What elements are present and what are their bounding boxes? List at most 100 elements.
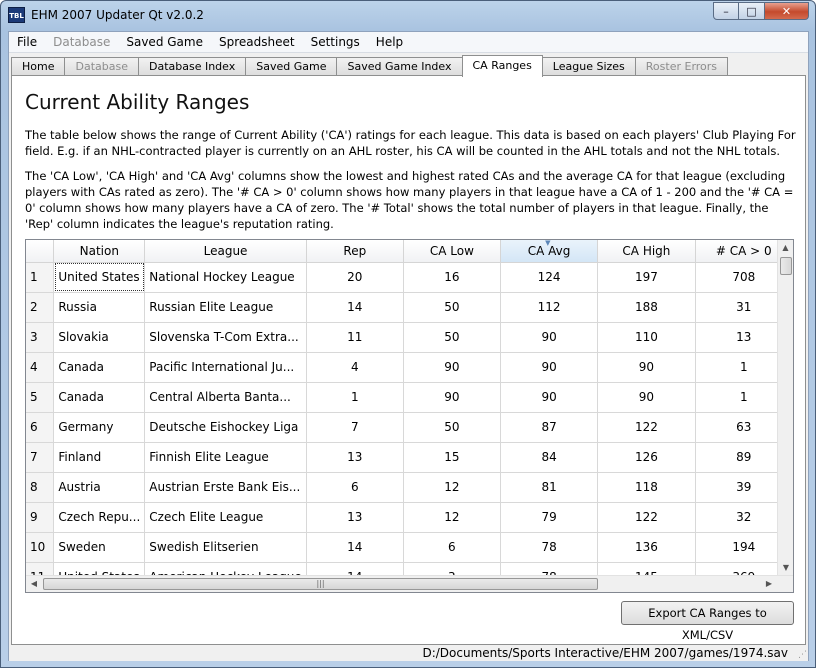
table-row[interactable]: 10 Sweden Swedish Elitserien 14 6 78 136 194 xyxy=(26,532,793,563)
table-row[interactable]: 3 Slovakia Slovenska T-Com Extra... 11 50 90 1… xyxy=(26,322,793,353)
nation-cell[interactable]: Germany xyxy=(53,412,146,443)
row-number-cell[interactable]: 7 xyxy=(26,442,55,473)
ca-high-cell[interactable]: 118 xyxy=(597,472,696,503)
row-number-cell[interactable]: 3 xyxy=(26,322,55,353)
league-cell[interactable]: Austrian Erste Bank Eis... xyxy=(144,472,307,503)
ca-avg-cell[interactable]: 87 xyxy=(500,412,599,443)
scroll-up-icon[interactable]: ▲ xyxy=(778,240,793,256)
row-number-cell[interactable]: 1 xyxy=(26,262,55,293)
table-row[interactable]: 9 Czech Repu... Czech Elite League 13 12 79 12… xyxy=(26,502,793,533)
league-cell[interactable]: Russian Elite League xyxy=(144,292,307,323)
minimize-button[interactable]: – xyxy=(713,2,739,20)
scroll-right-icon[interactable]: ▶ xyxy=(761,576,777,592)
rep-cell[interactable]: 6 xyxy=(306,472,404,503)
maximize-button[interactable]: □ xyxy=(739,2,765,20)
menu-help[interactable]: Help xyxy=(368,32,411,52)
resize-grip-icon[interactable]: ⋰ xyxy=(798,650,807,660)
ca-high-cell[interactable]: 188 xyxy=(597,292,696,323)
ca-low-cell[interactable]: 12 xyxy=(403,472,501,503)
ca-avg-cell[interactable]: 124 xyxy=(500,262,599,293)
scroll-left-icon[interactable]: ◀ xyxy=(26,576,42,592)
ca-high-cell[interactable]: 90 xyxy=(597,382,696,413)
corner-header[interactable] xyxy=(26,240,55,263)
scroll-down-icon[interactable]: ▼ xyxy=(778,560,793,576)
table-row[interactable]: 8 Austria Austrian Erste Bank Eis... 6 12 81 1… xyxy=(26,472,793,503)
ca-low-cell[interactable]: 50 xyxy=(403,412,501,443)
rep-cell[interactable]: 4 xyxy=(306,352,404,383)
menu-settings[interactable]: Settings xyxy=(303,32,368,52)
ca-avg-cell[interactable]: 90 xyxy=(500,352,599,383)
col-header-ca-avg[interactable]: ▼ CA Avg xyxy=(500,240,599,263)
rep-cell[interactable]: 13 xyxy=(306,502,404,533)
nation-cell[interactable]: Slovakia xyxy=(53,322,146,353)
league-cell[interactable]: Swedish Elitserien xyxy=(144,532,307,563)
tab-saved-game-index[interactable]: Saved Game Index xyxy=(336,57,463,76)
nation-cell[interactable]: Canada xyxy=(53,382,146,413)
export-ca-ranges-button[interactable]: Export CA Ranges to XML/CSV xyxy=(621,601,794,642)
league-cell[interactable]: Deutsche Eishockey Liga xyxy=(144,412,307,443)
nation-cell[interactable]: Sweden xyxy=(53,532,146,563)
title-bar[interactable]: TBL EHM 2007 Updater Qt v2.0.2 – □ ✕ xyxy=(1,1,815,31)
row-number-cell[interactable]: 9 xyxy=(26,502,55,533)
ca-avg-cell[interactable]: 79 xyxy=(500,502,599,533)
ca-low-cell[interactable]: 15 xyxy=(403,442,501,473)
ca-low-cell[interactable]: 90 xyxy=(403,352,501,383)
league-cell[interactable]: Czech Elite League xyxy=(144,502,307,533)
menu-saved-game[interactable]: Saved Game xyxy=(118,32,211,52)
ca-high-cell[interactable]: 136 xyxy=(597,532,696,563)
rep-cell[interactable]: 11 xyxy=(306,322,404,353)
ca-high-cell[interactable]: 126 xyxy=(597,442,696,473)
ca-ranges-table[interactable]: Nation League Rep CA Low ▼ CA Avg CA High… xyxy=(25,239,794,593)
col-header-nation[interactable]: Nation xyxy=(53,240,146,263)
league-cell[interactable]: Pacific International Ju... xyxy=(144,352,307,383)
row-number-cell[interactable]: 6 xyxy=(26,412,55,443)
ca-low-cell[interactable]: 16 xyxy=(403,262,501,293)
table-row[interactable]: 2 Russia Russian Elite League 14 50 112 188 31 xyxy=(26,292,793,323)
nation-cell[interactable]: United States xyxy=(53,262,146,293)
ca-avg-cell[interactable]: 112 xyxy=(500,292,599,323)
ca-high-cell[interactable]: 122 xyxy=(597,502,696,533)
ca-avg-cell[interactable]: 90 xyxy=(500,322,599,353)
league-cell[interactable]: National Hockey League xyxy=(144,262,307,293)
ca-avg-cell[interactable]: 81 xyxy=(500,472,599,503)
rep-cell[interactable]: 1 xyxy=(306,382,404,413)
league-cell[interactable]: Central Alberta Banta... xyxy=(144,382,307,413)
col-header-ca-low[interactable]: CA Low xyxy=(403,240,501,263)
ca-high-cell[interactable]: 110 xyxy=(597,322,696,353)
tab-database-index[interactable]: Database Index xyxy=(137,57,247,76)
ca-high-cell[interactable]: 197 xyxy=(597,262,696,293)
horizontal-scrollbar[interactable]: ◀ ||| ▶ xyxy=(26,575,793,592)
menu-file[interactable]: File xyxy=(9,32,45,52)
table-row[interactable]: 6 Germany Deutsche Eishockey Liga 7 50 87 122 6… xyxy=(26,412,793,443)
nation-cell[interactable]: Finland xyxy=(53,442,146,473)
tab-ca-ranges[interactable]: CA Ranges xyxy=(461,55,543,77)
ca-low-cell[interactable]: 6 xyxy=(403,532,501,563)
col-header-ca-high[interactable]: CA High xyxy=(597,240,696,263)
ca-high-cell[interactable]: 122 xyxy=(597,412,696,443)
row-number-cell[interactable]: 2 xyxy=(26,292,55,323)
ca-high-cell[interactable]: 90 xyxy=(597,352,696,383)
ca-avg-cell[interactable]: 84 xyxy=(500,442,599,473)
row-number-cell[interactable]: 8 xyxy=(26,472,55,503)
row-number-cell[interactable]: 5 xyxy=(26,382,55,413)
ca-low-cell[interactable]: 90 xyxy=(403,382,501,413)
row-number-cell[interactable]: 4 xyxy=(26,352,55,383)
close-button[interactable]: ✕ xyxy=(765,2,809,20)
menu-spreadsheet[interactable]: Spreadsheet xyxy=(211,32,303,52)
nation-cell[interactable]: Austria xyxy=(53,472,146,503)
table-row[interactable]: 5 Canada Central Alberta Banta... 1 90 90 90 1 xyxy=(26,382,793,413)
tab-league-sizes[interactable]: League Sizes xyxy=(541,57,636,76)
rep-cell[interactable]: 20 xyxy=(306,262,404,293)
vertical-scroll-thumb[interactable] xyxy=(780,257,792,275)
ca-low-cell[interactable]: 50 xyxy=(403,292,501,323)
ca-low-cell[interactable]: 12 xyxy=(403,502,501,533)
ca-avg-cell[interactable]: 78 xyxy=(500,532,599,563)
ca-low-cell[interactable]: 50 xyxy=(403,322,501,353)
nation-cell[interactable]: Canada xyxy=(53,352,146,383)
ca-avg-cell[interactable]: 90 xyxy=(500,382,599,413)
tab-home[interactable]: Home xyxy=(11,57,66,76)
nation-cell[interactable]: Russia xyxy=(53,292,146,323)
nation-cell[interactable]: Czech Repu... xyxy=(53,502,146,533)
league-cell[interactable]: Finnish Elite League xyxy=(144,442,307,473)
rep-cell[interactable]: 14 xyxy=(306,292,404,323)
